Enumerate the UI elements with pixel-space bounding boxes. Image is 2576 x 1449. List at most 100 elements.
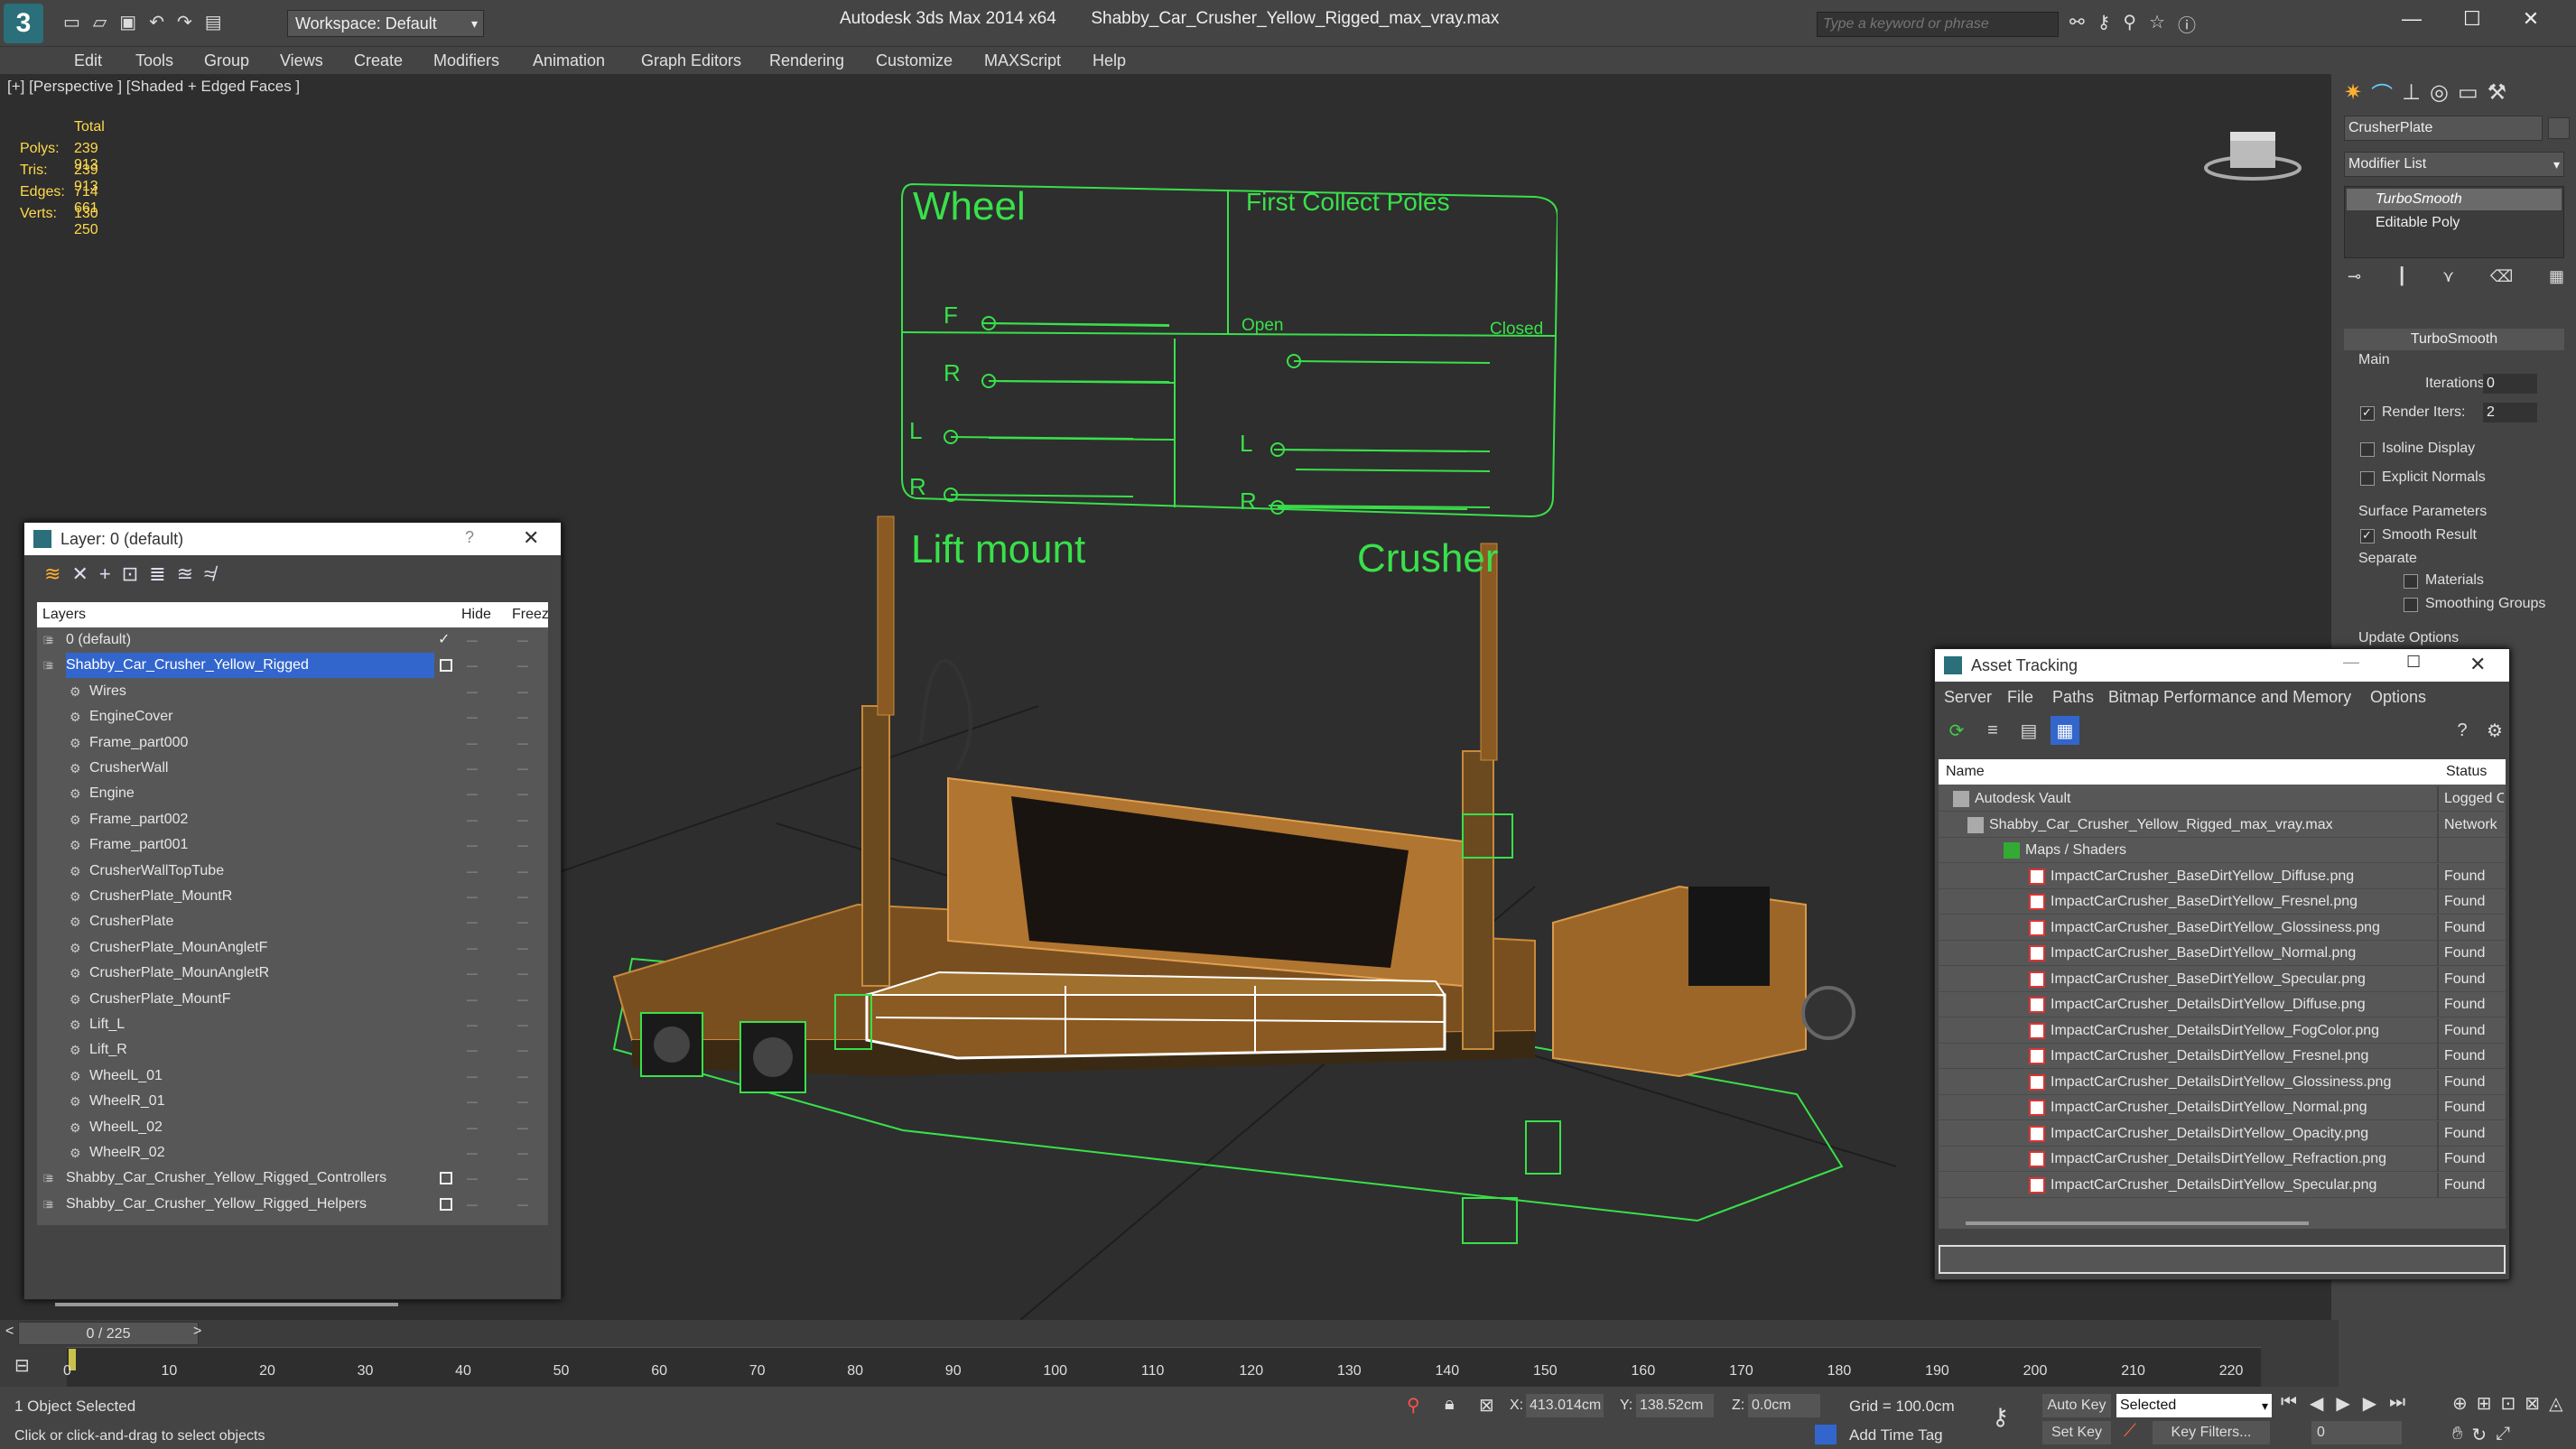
freeze-toggle[interactable]: —: [517, 730, 529, 756]
search-input[interactable]: [1818, 13, 2058, 36]
play-icon[interactable]: ▶: [2336, 1392, 2349, 1415]
freeze-toggle[interactable]: —: [517, 627, 529, 653]
layer-row[interactable]: ⚙ Engine — —: [37, 781, 548, 806]
layer-row[interactable]: ⚙ EngineCover — —: [37, 704, 548, 729]
asset-row[interactable]: ImpactCarCrusher_DetailsDirtYellow_FogCo…: [1939, 1017, 2506, 1044]
col-hide[interactable]: Hide: [461, 602, 491, 627]
hierarchy-tab-icon[interactable]: ⊥: [2402, 79, 2421, 106]
layer-row[interactable]: ⚙ WheelR_02 — —: [37, 1140, 548, 1166]
hide-toggle[interactable]: —: [467, 1115, 479, 1140]
app-logo-icon[interactable]: 3: [4, 4, 43, 43]
freeze-toggle[interactable]: —: [517, 1166, 529, 1191]
asset-row[interactable]: ImpactCarCrusher_BaseDirtYellow_Diffuse.…: [1939, 863, 2506, 889]
hide-toggle[interactable]: —: [467, 781, 479, 806]
close-icon[interactable]: ✕: [2469, 653, 2486, 676]
set-active-layer-box[interactable]: [440, 1197, 452, 1211]
hide-toggle[interactable]: —: [467, 1064, 479, 1089]
freeze-toggle[interactable]: —: [517, 1192, 529, 1217]
binoculars-icon[interactable]: ⚯: [2069, 11, 2085, 37]
lock-selection-icon[interactable]: 🔒︎: [1445, 1394, 1455, 1415]
layer-row[interactable]: ⚙ CrusherWall — —: [37, 756, 548, 781]
maximize-icon[interactable]: ☐: [2463, 7, 2481, 31]
hide-toggle[interactable]: —: [467, 627, 479, 653]
time-slider-prev-icon[interactable]: <: [5, 1324, 14, 1340]
asset-row[interactable]: ImpactCarCrusher_DetailsDirtYellow_Norma…: [1939, 1095, 2506, 1120]
close-icon[interactable]: ✕: [2523, 7, 2539, 31]
hide-toggle[interactable]: —: [467, 807, 479, 832]
layer-row[interactable]: ⚙ Lift_L — —: [37, 1012, 548, 1037]
layer-row[interactable]: ⚙ WheelR_01 — —: [37, 1089, 548, 1114]
minimize-icon[interactable]: —: [2402, 7, 2422, 31]
asset-row[interactable]: ImpactCarCrusher_BaseDirtYellow_Normal.p…: [1939, 941, 2506, 966]
menu-maxscript[interactable]: MAXScript: [984, 47, 1061, 74]
highlight-selected-icon[interactable]: ≣: [149, 562, 165, 586]
time-tag-icon[interactable]: [1815, 1425, 1837, 1444]
asset-row[interactable]: ImpactCarCrusher_DetailsDirtYellow_Specu…: [1939, 1172, 2506, 1198]
freeze-toggle[interactable]: —: [517, 704, 529, 729]
menu-modifiers[interactable]: Modifiers: [433, 47, 499, 74]
layer-row[interactable]: ⚙ WheelL_01 — —: [37, 1064, 548, 1089]
asset-row[interactable]: ImpactCarCrusher_DetailsDirtYellow_Opaci…: [1939, 1120, 2506, 1147]
freeze-toggle[interactable]: —: [517, 1089, 529, 1114]
hide-toggle[interactable]: —: [467, 987, 479, 1012]
freeze-toggle[interactable]: —: [517, 679, 529, 704]
asset-dialog-titlebar[interactable]: Asset Tracking — ☐ ✕: [1935, 649, 2509, 682]
layer-row[interactable]: ⚙ CrusherPlate_MountF — —: [37, 987, 548, 1012]
current-frame-field[interactable]: 0: [2311, 1421, 2402, 1444]
time-slider[interactable]: < 0 / 225 >: [0, 1320, 2339, 1347]
minimize-icon[interactable]: —: [2343, 653, 2359, 672]
zoom-extents-icon[interactable]: ⊡: [2501, 1392, 2516, 1415]
menu-graph-editors[interactable]: Graph Editors: [641, 47, 741, 74]
menu-edit[interactable]: Edit: [74, 47, 102, 74]
col-name[interactable]: Name: [1946, 759, 1985, 785]
isoline-display-checkbox[interactable]: [2360, 442, 2375, 457]
maximize-icon[interactable]: ☐: [2406, 653, 2421, 672]
selection-set-dropdown[interactable]: Selected ▾: [2116, 1394, 2272, 1417]
absolute-mode-icon[interactable]: ⊠: [1479, 1394, 1494, 1416]
freeze-all-icon[interactable]: ≉: [204, 562, 215, 586]
y-coordinate-field[interactable]: 138.52cm: [1636, 1394, 1714, 1417]
new-layer-icon[interactable]: ≋: [44, 562, 60, 586]
turbosmooth-rollout-header[interactable]: TurboSmooth: [2344, 329, 2564, 350]
stack-item-editable-poly[interactable]: Editable Poly: [2347, 212, 2562, 234]
hide-all-icon[interactable]: ≊: [177, 562, 193, 586]
grid-view-icon[interactable]: ▦: [2051, 716, 2079, 745]
zoom-icon[interactable]: ⊕: [2452, 1392, 2468, 1415]
hide-toggle[interactable]: —: [467, 704, 479, 729]
help-icon[interactable]: ⓘ: [2178, 11, 2196, 37]
hide-toggle[interactable]: —: [467, 935, 479, 961]
key-mode-icon[interactable]: ⚷: [1992, 1403, 2009, 1431]
freeze-toggle[interactable]: —: [517, 859, 529, 884]
modify-tab-icon[interactable]: ⌒: [2371, 77, 2393, 108]
pin-stack-icon[interactable]: ⊸: [2348, 267, 2361, 286]
materials-checkbox[interactable]: [2404, 574, 2418, 589]
set-active-layer-box[interactable]: [440, 659, 452, 673]
star-icon[interactable]: ☆: [2149, 11, 2165, 37]
layer-row[interactable]: ⚙ WheelL_02 — —: [37, 1115, 548, 1140]
asset-menu-server[interactable]: Server: [1944, 683, 1992, 711]
freeze-toggle[interactable]: —: [517, 756, 529, 781]
hide-toggle[interactable]: —: [467, 1037, 479, 1063]
x-coordinate-field[interactable]: 413.014cm: [1526, 1394, 1604, 1417]
asset-row[interactable]: ImpactCarCrusher_BaseDirtYellow_Fresnel.…: [1939, 889, 2506, 915]
isolate-selection-icon[interactable]: ⚲: [1407, 1394, 1420, 1416]
show-end-result-icon[interactable]: ┃: [2397, 267, 2407, 286]
vault-help-icon[interactable]: ?: [2448, 716, 2477, 745]
layer-row[interactable]: ⚙ CrusherPlate_MounAngletR — —: [37, 961, 548, 986]
smooth-result-checkbox[interactable]: ✓: [2360, 528, 2375, 543]
hide-toggle[interactable]: —: [467, 884, 479, 909]
previous-frame-icon[interactable]: ◀: [2310, 1392, 2323, 1415]
z-coordinate-field[interactable]: 0.0cm: [1748, 1394, 1820, 1417]
freeze-toggle[interactable]: —: [517, 961, 529, 986]
refresh-icon[interactable]: ⟳: [1942, 716, 1971, 745]
hide-toggle[interactable]: —: [467, 832, 479, 858]
layer-list-hscroll[interactable]: [55, 1303, 398, 1306]
menu-create[interactable]: Create: [354, 47, 403, 74]
delete-layer-icon[interactable]: ✕: [71, 562, 88, 586]
key-filters-button[interactable]: Key Filters...: [2153, 1421, 2270, 1444]
smoothing-groups-checkbox[interactable]: [2404, 598, 2418, 612]
modifier-stack[interactable]: TurboSmooth Editable Poly: [2344, 186, 2564, 258]
hide-toggle[interactable]: —: [467, 1192, 479, 1217]
freeze-toggle[interactable]: —: [517, 781, 529, 806]
freeze-toggle[interactable]: —: [517, 807, 529, 832]
